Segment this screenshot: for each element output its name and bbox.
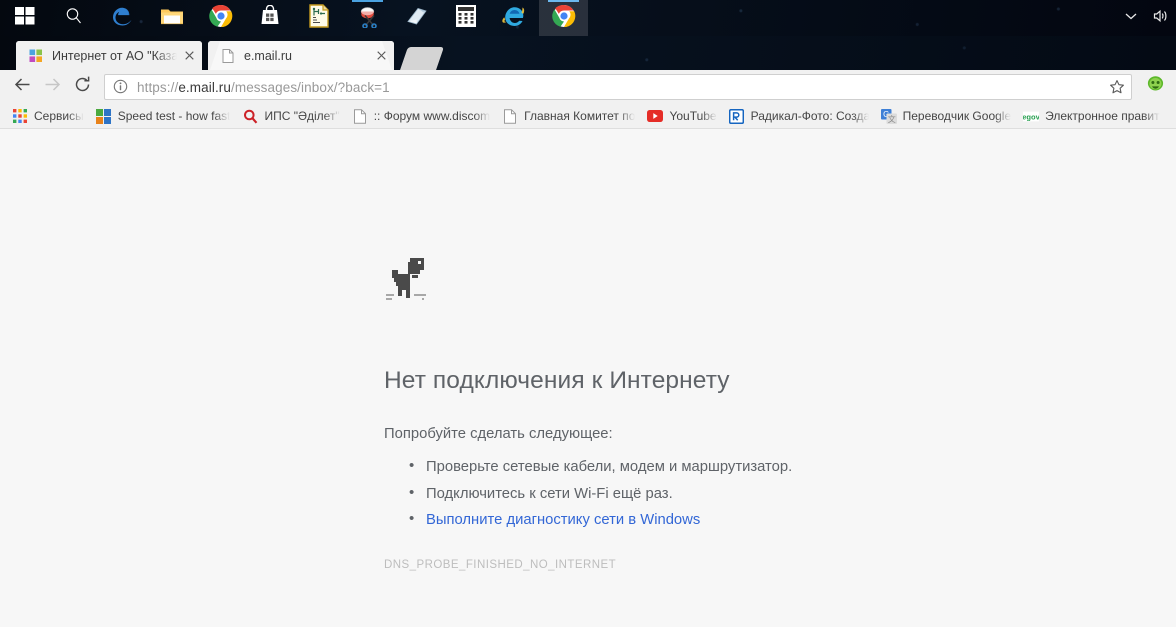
taskbar-snipping-tool[interactable]	[343, 0, 392, 36]
close-icon[interactable]	[373, 47, 390, 64]
tab-title: e.mail.ru	[244, 49, 369, 63]
error-lead-text: Попробуйте сделать следующее:	[384, 423, 984, 446]
list-item: Проверьте сетевые кабели, модем и маршру…	[384, 454, 984, 480]
extension-button[interactable]	[1142, 74, 1168, 100]
tab-title: Интернет от АО "Казахт	[52, 49, 177, 63]
info-circle-icon[interactable]	[113, 79, 129, 95]
page-content: Нет подключения к Интернету Попробуйте с…	[0, 129, 1176, 627]
forward-arrow-icon	[43, 75, 62, 99]
apps-grid-icon	[12, 108, 28, 124]
taskbar-calculator[interactable]	[441, 0, 490, 36]
bookmark-label: Радикал-Фото: Созда	[751, 109, 869, 123]
bookmarks-bar: Сервисы Speed test - how fast ИПС "Әділе…	[0, 104, 1176, 129]
bookmark-item-komitet[interactable]: Главная Комитет по	[496, 106, 641, 127]
page-title: Нет подключения к Интернету	[384, 366, 984, 395]
list-item: Подключитесь к сети Wi-Fi ещё раз.	[384, 481, 984, 507]
address-bar-url: https://e.mail.ru/messages/inbox/?back=1	[137, 80, 1105, 95]
browser-tab-1[interactable]: e.mail.ru	[208, 41, 394, 70]
bookmark-item-egov[interactable]: egov Электронное правит	[1017, 106, 1166, 127]
bookmark-label: :: Форум www.discom	[374, 109, 490, 123]
bookmark-label: Сервисы	[34, 109, 84, 123]
browser-toolbar: https://e.mail.ru/messages/inbox/?back=1	[0, 70, 1176, 104]
close-icon[interactable]	[181, 47, 198, 64]
start-button[interactable]	[0, 0, 49, 36]
bookmark-label: ИПС "Әділет"	[264, 109, 339, 123]
error-code: DNS_PROBE_FINISHED_NO_INTERNET	[384, 559, 984, 571]
browser-tab-0[interactable]: Интернет от АО "Казахт	[16, 41, 202, 70]
microsoft-squares-icon	[28, 48, 44, 64]
taskbar-file-explorer[interactable]	[147, 0, 196, 36]
notepad-icon	[405, 5, 429, 32]
calculator-icon	[456, 5, 476, 32]
tray-expand-button[interactable]	[1116, 0, 1146, 36]
chrome-icon	[209, 4, 233, 33]
youtube-icon	[647, 108, 663, 124]
taskbar-notes-app[interactable]	[294, 0, 343, 36]
bookmark-item-google-translate[interactable]: G 文 Переводчик Google	[875, 106, 1018, 127]
taskbar	[0, 0, 1176, 36]
dinosaur-icon	[384, 256, 984, 309]
tray-volume-button[interactable]	[1146, 0, 1176, 36]
bookmark-item-radikal[interactable]: Радикал-Фото: Созда	[723, 106, 875, 127]
tab-strip: Интернет от АО "Казахт e.mail.ru	[0, 36, 1176, 70]
google-translate-icon: G 文	[881, 108, 897, 124]
blank-page-icon	[502, 108, 518, 124]
address-bar[interactable]: https://e.mail.ru/messages/inbox/?back=1	[104, 74, 1132, 100]
error-suggestions-list: Проверьте сетевые кабели, модем и маршру…	[384, 454, 984, 533]
new-tab-button[interactable]	[400, 47, 444, 70]
taskbar-internet-explorer[interactable]	[490, 0, 539, 36]
bookmark-item-youtube[interactable]: YouTube	[641, 106, 722, 127]
blank-page-icon	[352, 108, 368, 124]
internet-explorer-icon	[502, 4, 527, 33]
reload-button[interactable]	[68, 73, 96, 101]
egov-icon: egov	[1023, 108, 1039, 124]
microsoft-store-icon	[259, 5, 281, 32]
speedtest-icon	[96, 108, 112, 124]
error-page: Нет подключения к Интернету Попробуйте с…	[384, 256, 984, 571]
folder-icon	[160, 5, 184, 32]
bookmark-item-services[interactable]: Сервисы	[6, 106, 90, 127]
extension-icon	[1146, 75, 1165, 99]
bookmark-label: Переводчик Google	[903, 109, 1012, 123]
taskbar-edge[interactable]	[98, 0, 147, 36]
bookmark-label: Электронное правит	[1045, 109, 1160, 123]
forward-button[interactable]	[38, 73, 66, 101]
radikal-icon	[729, 108, 745, 124]
taskbar-chrome-active[interactable]	[539, 0, 588, 36]
bookmark-label: Speed test - how fast	[118, 109, 231, 123]
svg-text:文: 文	[887, 113, 895, 123]
bookmark-item-speedtest[interactable]: Speed test - how fast	[90, 106, 237, 127]
bookmark-item-forum[interactable]: :: Форум www.discom	[346, 106, 496, 127]
taskbar-store[interactable]	[245, 0, 294, 36]
search-icon	[64, 6, 84, 31]
chrome-icon	[552, 4, 576, 33]
bookmark-label: Главная Комитет по	[524, 109, 635, 123]
network-diagnostics-link[interactable]: Выполните диагностику сети в Windows	[384, 507, 984, 533]
bookmark-label: YouTube	[669, 109, 716, 123]
svg-text:egov: egov	[1023, 112, 1039, 121]
taskbar-sticky-notes[interactable]	[392, 0, 441, 36]
document-edit-icon	[308, 4, 330, 33]
magnifier-icon	[242, 108, 258, 124]
search-button[interactable]	[49, 0, 98, 36]
taskbar-chrome[interactable]	[196, 0, 245, 36]
back-button[interactable]	[8, 73, 36, 101]
windows-logo-icon	[15, 6, 35, 31]
scissors-icon	[356, 4, 380, 33]
blank-page-icon	[220, 48, 236, 64]
bookmark-star-icon[interactable]	[1105, 75, 1129, 99]
back-arrow-icon	[13, 75, 32, 99]
chevron-up-icon	[1124, 9, 1138, 28]
reload-icon	[73, 75, 92, 99]
bookmark-item-ips-adilet[interactable]: ИПС "Әділет"	[236, 106, 345, 127]
edge-icon	[111, 4, 135, 33]
speaker-icon	[1153, 8, 1169, 29]
